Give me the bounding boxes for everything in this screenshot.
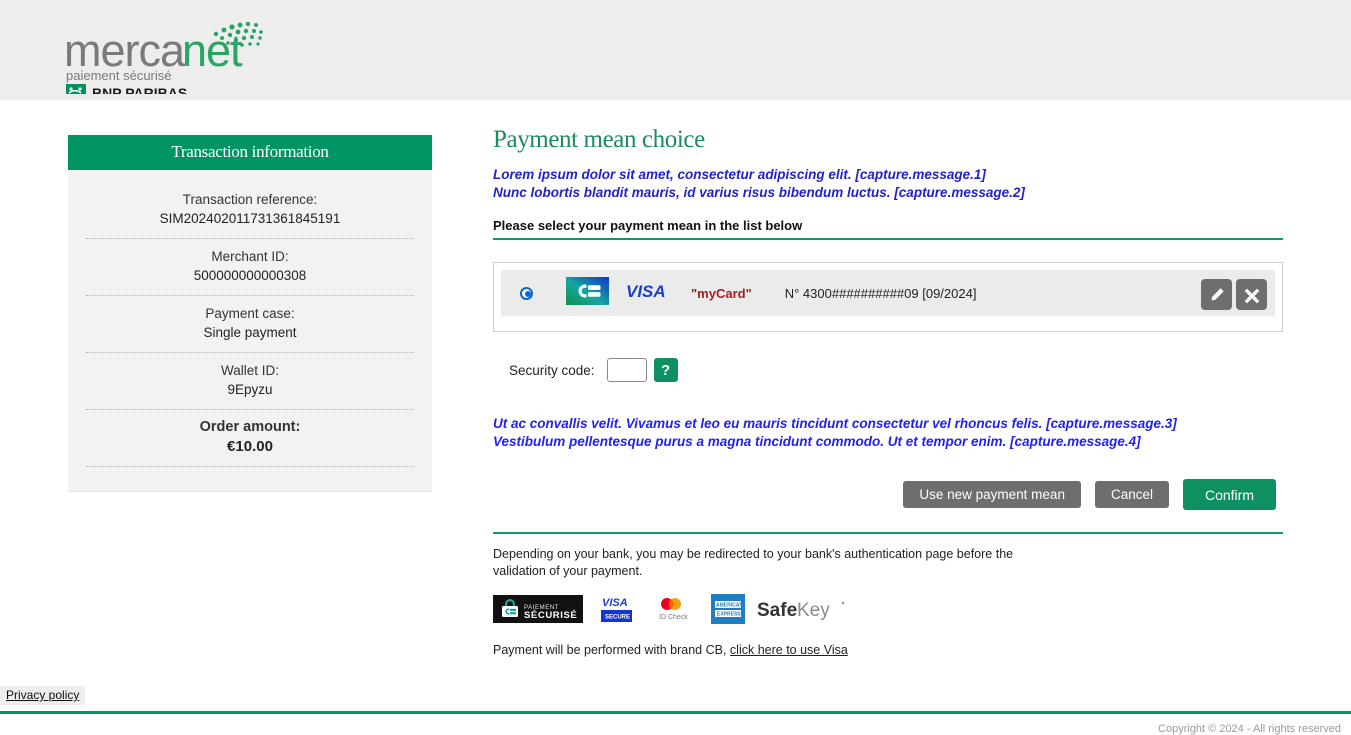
visa-logo-icon: VISA — [626, 281, 674, 306]
info-row-wallet-id: Wallet ID: 9Epyzu — [86, 353, 414, 410]
privacy-policy-link[interactable]: Privacy policy — [0, 686, 85, 705]
mastercard-id-check-badge-icon: ID Check — [649, 594, 695, 629]
privacy-policy-wrap: Privacy policy — [0, 686, 85, 705]
select-payment-mean-note: Please select your payment mean in the l… — [493, 218, 1283, 233]
paiement-securise-badge-icon: PAIEMENT SÉCURISÉ — [493, 595, 583, 628]
info-row-transaction-reference: Transaction reference: SIM20240201173136… — [86, 182, 414, 239]
info-label: Wallet ID: — [86, 361, 414, 380]
page-body: Transaction information Transaction refe… — [0, 100, 1351, 680]
payment-mean-card-number: N° 4300##########09 [09/2024] — [785, 286, 977, 301]
svg-text:net: net — [182, 25, 243, 76]
capture-message-1: Lorem ipsum dolor sit amet, consectetur … — [493, 166, 1283, 184]
payment-mean-alias: "myCard" — [691, 286, 752, 301]
american-express-badge-icon: AMERICAN EXPRESS — [711, 594, 745, 629]
page-title: Payment mean choice — [493, 126, 1283, 154]
use-visa-link[interactable]: click here to use Visa — [730, 643, 848, 657]
info-value: SIM202402011731361845191 — [86, 209, 414, 228]
svg-text:Key: Key — [797, 600, 830, 621]
svg-text:paiement sécurisé: paiement sécurisé — [66, 68, 172, 83]
capture-message-3: Ut ac convallis velit. Vivamus et leo eu… — [493, 415, 1283, 433]
order-amount-label: Order amount: — [86, 418, 414, 437]
security-code-label: Security code: — [509, 363, 595, 378]
info-row-order-amount: Order amount: €10.00 — [86, 410, 414, 467]
payment-mean-list: VISA "myCard" N° 4300##########09 [09/20… — [493, 262, 1283, 332]
info-label: Transaction reference: — [86, 190, 414, 209]
panel-spacer — [86, 467, 414, 477]
divider-top — [493, 238, 1283, 240]
info-label: Payment case: — [86, 304, 414, 323]
delete-payment-mean-button[interactable] — [1236, 279, 1267, 310]
security-code-help-button[interactable]: ? — [654, 358, 678, 382]
brand-note: Payment will be performed with brand CB,… — [493, 643, 1283, 657]
svg-text:BNP PARIBAS: BNP PARIBAS — [92, 85, 187, 94]
cancel-button[interactable]: Cancel — [1095, 481, 1169, 508]
info-value: 9Epyzu — [86, 380, 414, 399]
copyright-text: Copyright © 2024 - All rights reserved — [1158, 723, 1341, 735]
svg-text:Safe: Safe — [757, 600, 797, 621]
confirm-button[interactable]: Confirm — [1183, 479, 1276, 510]
capture-message-4: Vestibulum pellentesque purus a magna ti… — [493, 433, 1283, 451]
panel-title: Transaction information — [68, 135, 432, 170]
bank-redirect-note: Depending on your bank, you may be redir… — [493, 546, 1053, 580]
cb-card-icon — [566, 277, 609, 310]
info-row-payment-case: Payment case: Single payment — [86, 296, 414, 353]
capture-message-2: Nunc lobortis blandit mauris, id varius … — [493, 184, 1283, 202]
security-code-row: Security code: ? — [493, 358, 1283, 382]
svg-text:VISA: VISA — [626, 282, 666, 301]
action-buttons: Use new payment mean Cancel Confirm — [493, 479, 1283, 510]
transaction-information-panel: Transaction information Transaction refe… — [68, 135, 432, 492]
divider-bottom — [493, 532, 1283, 534]
edit-payment-mean-button[interactable] — [1201, 279, 1232, 310]
info-value: Single payment — [86, 323, 414, 342]
svg-text:SECURE: SECURE — [605, 615, 630, 621]
security-badges: PAIEMENT SÉCURISÉ VISA SECURE ID Check — [493, 594, 1283, 629]
svg-text:VISA: VISA — [602, 597, 628, 609]
brand-note-text: Payment will be performed with brand CB, — [493, 643, 726, 657]
footer-divider — [0, 711, 1351, 714]
svg-text:AMERICAN: AMERICAN — [716, 603, 743, 609]
info-value: 500000000000308 — [86, 266, 414, 285]
capture-messages-bottom: Ut ac convallis velit. Vivamus et leo eu… — [493, 415, 1283, 451]
info-label: Merchant ID: — [86, 247, 414, 266]
page-header: merca net paiement sécurisé BNP PARIBAS — [0, 0, 1351, 100]
svg-text:EXPRESS: EXPRESS — [717, 612, 741, 618]
svg-text:SÉCURISÉ: SÉCURISÉ — [524, 610, 577, 621]
use-new-payment-mean-button[interactable]: Use new payment mean — [903, 481, 1081, 508]
payment-mean-radio[interactable] — [520, 287, 533, 300]
security-code-input[interactable] — [607, 358, 647, 382]
order-amount-value: €10.00 — [86, 437, 414, 456]
svg-text:ID Check: ID Check — [659, 614, 688, 621]
info-row-merchant-id: Merchant ID: 500000000000308 — [86, 239, 414, 296]
mercanet-logo: merca net paiement sécurisé BNP PARIBAS — [64, 8, 294, 94]
payment-main-column: Payment mean choice Lorem ipsum dolor si… — [493, 126, 1283, 657]
safekey-badge-icon: Safe Key — [757, 594, 849, 629]
panel-body: Transaction reference: SIM20240201173136… — [68, 170, 432, 491]
payment-mean-actions — [1201, 279, 1267, 310]
visa-secure-badge-icon: VISA SECURE — [601, 594, 633, 629]
payment-mean-row[interactable]: VISA "myCard" N° 4300##########09 [09/20… — [501, 270, 1275, 316]
